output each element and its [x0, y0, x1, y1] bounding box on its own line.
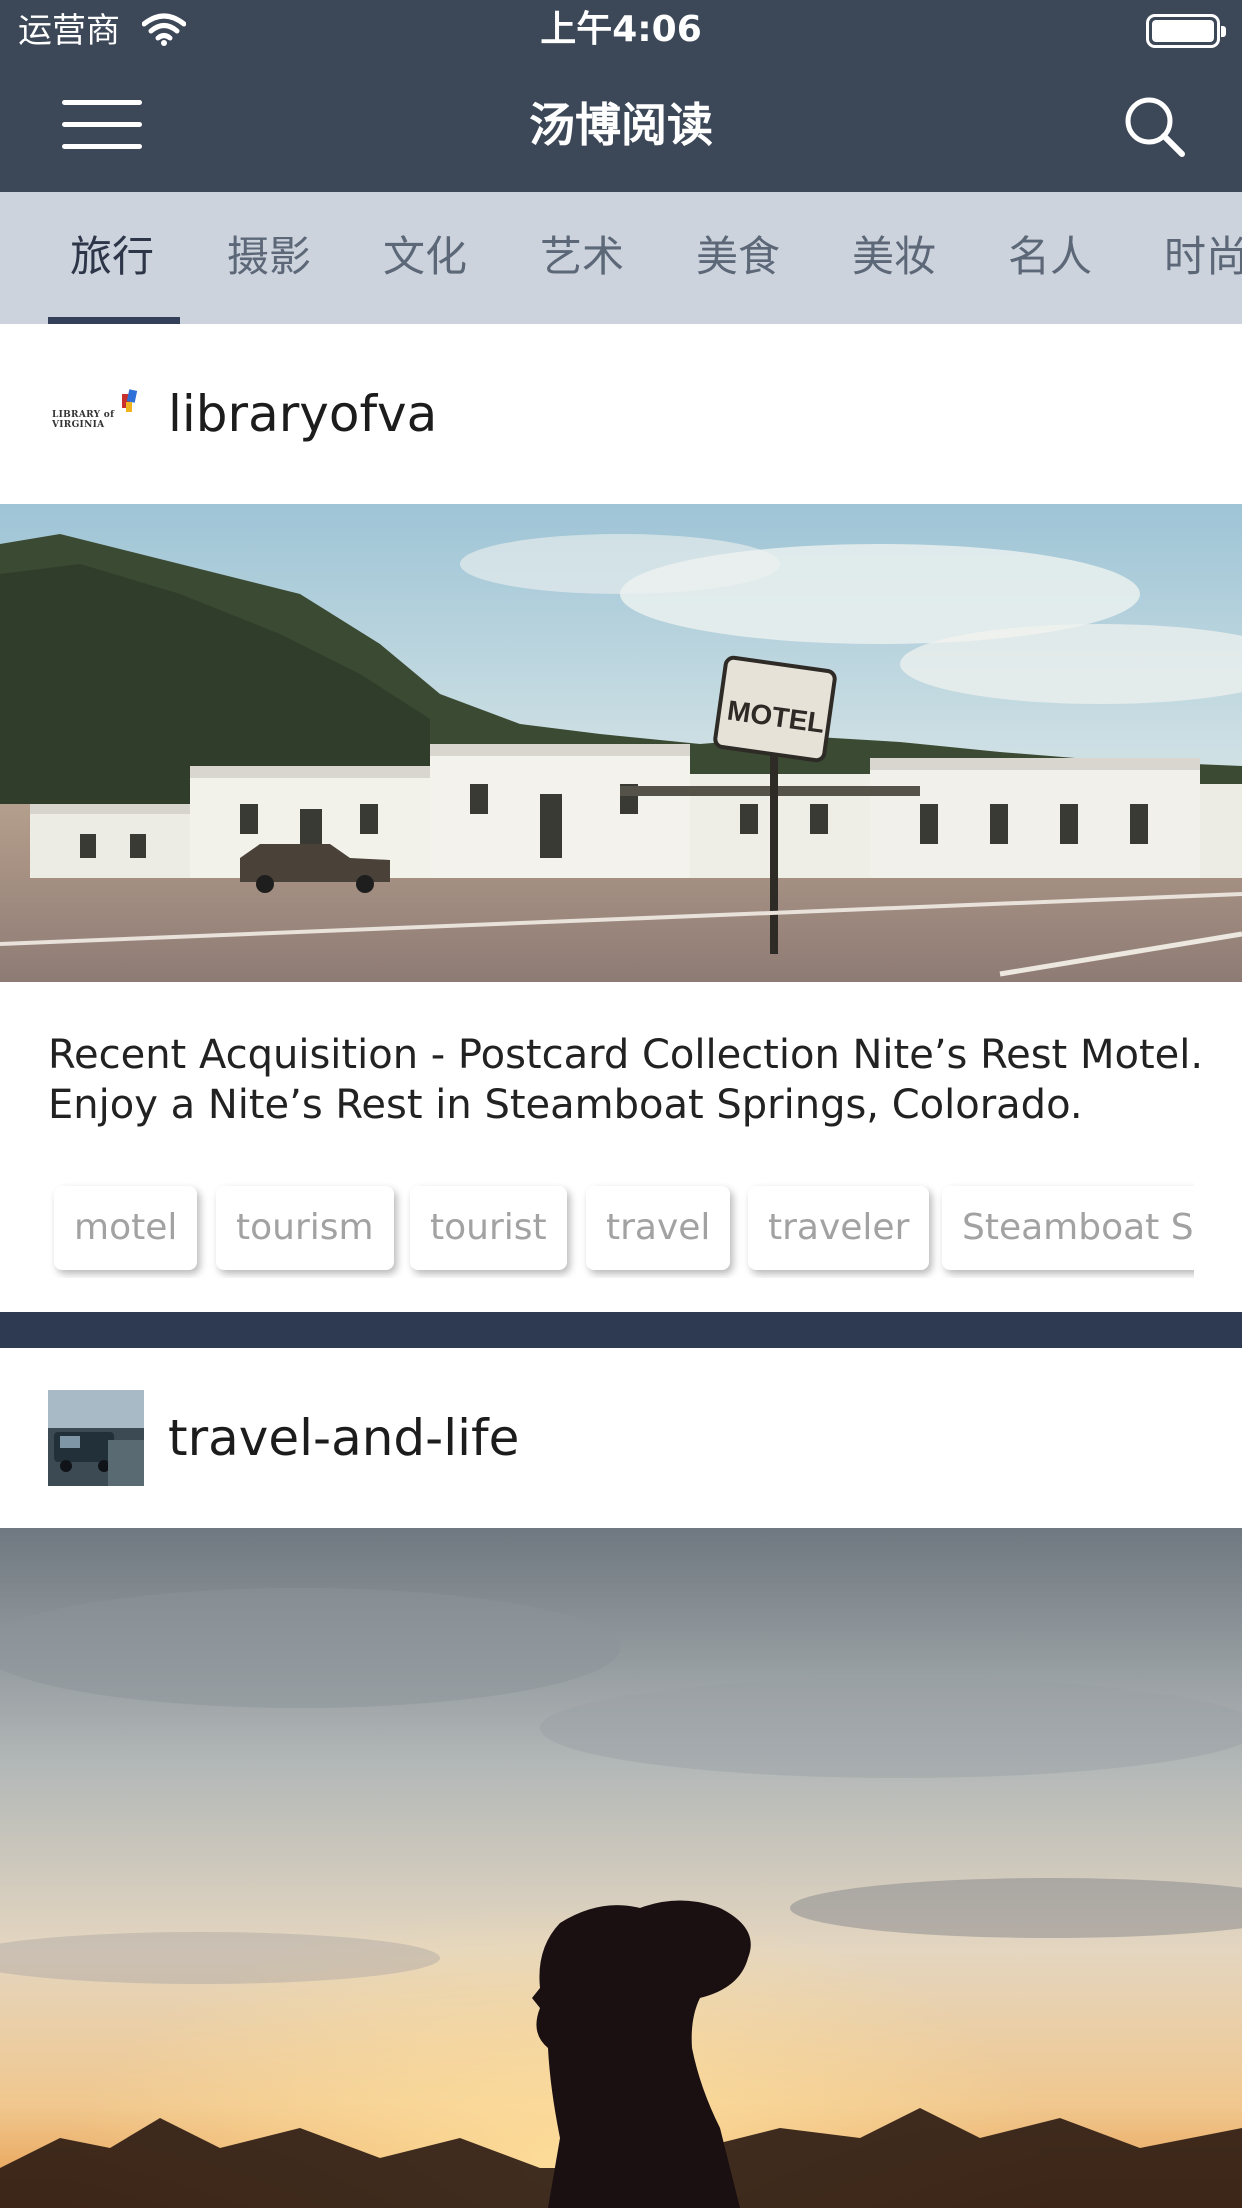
avatar[interactable] [48, 1390, 144, 1486]
category-tabs: 旅行 摄影 文化 艺术 美食 美妆 名人 时尚 [0, 192, 1242, 324]
status-time: 上午4:06 [540, 9, 702, 50]
battery-icon [1146, 14, 1226, 48]
tag-chip[interactable]: tourism [216, 1186, 394, 1270]
tab-fashion[interactable]: 时尚 [1164, 192, 1242, 324]
tab-photography[interactable]: 摄影 [227, 192, 311, 324]
active-tab-indicator [48, 317, 180, 324]
tag-chip[interactable]: motel [54, 1186, 198, 1270]
tab-art[interactable]: 艺术 [540, 192, 624, 324]
post-caption: Recent Acquisition - Postcard Collection… [48, 1032, 1204, 1128]
post-header[interactable]: travel-and-life [0, 1348, 1242, 1528]
tag-chip[interactable]: tourist [410, 1186, 567, 1270]
author-name[interactable]: travel-and-life [168, 1406, 519, 1470]
avatar[interactable]: LIBRARY of VIRGINIA [48, 366, 144, 462]
library-logo-text: LIBRARY of VIRGINIA [52, 410, 115, 430]
tab-travel[interactable]: 旅行 [70, 192, 154, 324]
tag-list: motel tourism tourist travel traveler St… [48, 1180, 1194, 1278]
app-header: 运营商 上午4:06 汤博阅读 [0, 0, 1242, 192]
tag-chip[interactable]: travel [586, 1186, 731, 1270]
logo-mark [126, 389, 138, 403]
author-name[interactable]: libraryofva [168, 382, 437, 446]
logo-mark [126, 402, 132, 412]
tab-celebrity[interactable]: 名人 [1008, 192, 1092, 324]
post-divider [0, 1312, 1242, 1348]
post-image[interactable]: MOTEL [0, 504, 1242, 982]
app-title: 汤博阅读 [529, 98, 713, 152]
tag-chip[interactable]: traveler [748, 1186, 930, 1270]
search-icon[interactable] [1122, 94, 1188, 160]
tab-culture[interactable]: 文化 [383, 192, 467, 324]
post-image[interactable] [0, 1528, 1242, 2208]
tab-beauty[interactable]: 美妆 [852, 192, 936, 324]
post-header[interactable]: LIBRARY of VIRGINIA libraryofva [0, 324, 1242, 504]
tab-food[interactable]: 美食 [696, 192, 780, 324]
tag-chip[interactable]: Steamboat Springs [942, 1186, 1194, 1270]
